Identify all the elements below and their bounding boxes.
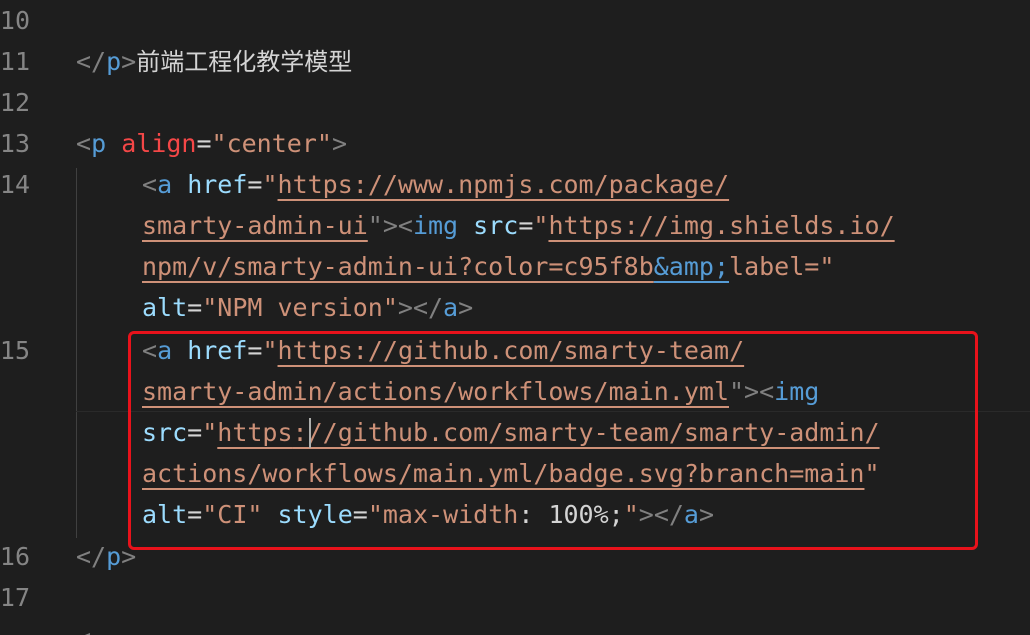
- code-line-14-part-1[interactable]: <a href="https://www.npmjs.com/package/: [142, 164, 729, 205]
- shields-badge-link-cont[interactable]: npm/v/smarty-admin-ui?color=c95f8b: [142, 252, 654, 281]
- indent-guide: [76, 168, 77, 538]
- code-line-18-partial[interactable]: <: [76, 618, 91, 635]
- line-number-10: 10: [0, 6, 30, 35]
- line-number-13: 13: [0, 129, 30, 158]
- line-number-15: 15: [0, 336, 30, 365]
- highlight-box: [128, 331, 978, 550]
- code-editor[interactable]: 10 11 12 13 14 15 16 17 前端工程化教学模型 </p> <…: [0, 0, 1030, 635]
- code-line-11[interactable]: </p>: [76, 41, 136, 82]
- code-line-14-part-3[interactable]: npm/v/smarty-admin-ui?color=c95f8b&amp;l…: [142, 246, 834, 287]
- line-number-17: 17: [0, 583, 30, 612]
- shields-badge-link[interactable]: https://img.shields.io/: [548, 211, 894, 240]
- code-line-13[interactable]: <p align="center">: [76, 123, 347, 164]
- heading-text: 前端工程化教学模型: [136, 48, 353, 76]
- code-line-10[interactable]: 前端工程化教学模型: [76, 0, 352, 76]
- code-line-16[interactable]: </p>: [76, 536, 136, 577]
- npm-package-link-cont[interactable]: smarty-admin-ui: [142, 211, 368, 240]
- code-line-14-part-2[interactable]: smarty-admin-ui"><img src="https://img.s…: [142, 205, 895, 246]
- line-number-11: 11: [0, 47, 30, 76]
- line-number-16: 16: [0, 542, 30, 571]
- npm-package-link[interactable]: https://www.npmjs.com/package/: [278, 170, 730, 199]
- line-number-14: 14: [0, 170, 30, 199]
- amp-entity: &amp;: [653, 252, 730, 281]
- line-number-12: 12: [0, 88, 30, 117]
- code-line-14-part-4[interactable]: alt="NPM version"></a>: [142, 287, 473, 328]
